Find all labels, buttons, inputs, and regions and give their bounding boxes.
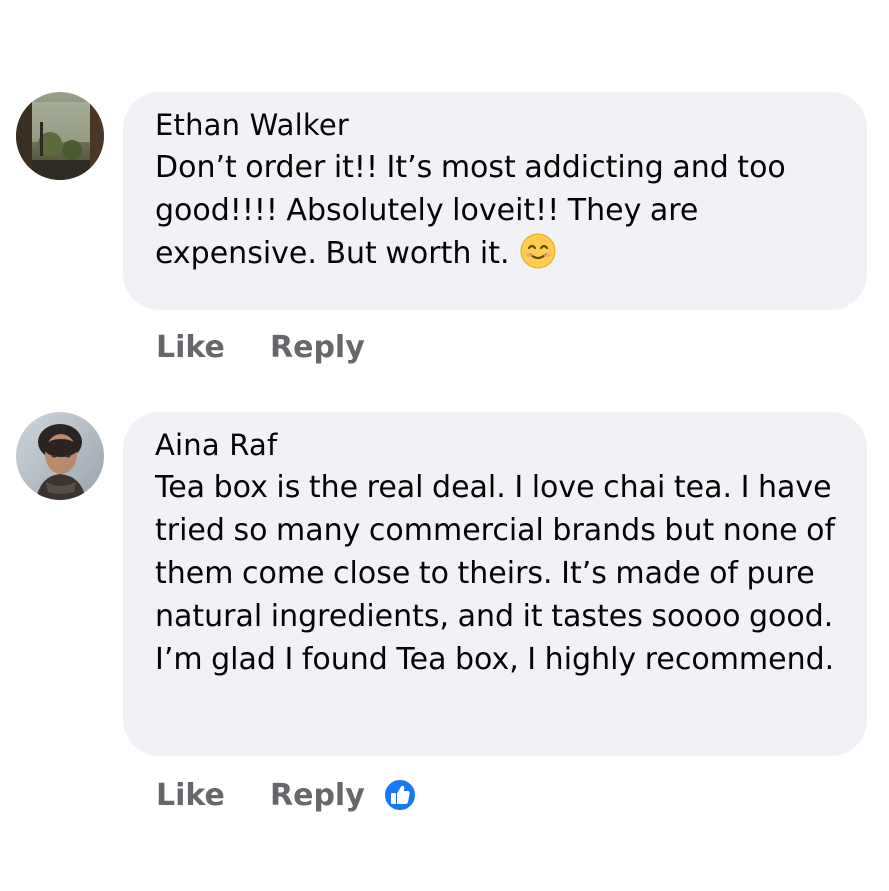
comment-bubble: Aina Raf Tea box is the real deal. I lov… xyxy=(123,412,867,756)
avatar-photo xyxy=(16,92,104,180)
thumbs-up-icon xyxy=(383,778,417,812)
like-button[interactable]: Like xyxy=(156,330,270,365)
comment-text: Don’t order it!! It’s most addicting and… xyxy=(155,150,786,271)
comment-author[interactable]: Aina Raf xyxy=(155,427,843,463)
comment-author[interactable]: Ethan Walker xyxy=(155,107,843,143)
avatar[interactable] xyxy=(16,92,104,180)
comment-actions: Like Reply xyxy=(156,325,382,369)
reply-button[interactable]: Reply xyxy=(270,778,382,813)
avatar[interactable] xyxy=(16,412,104,500)
like-reaction-icon[interactable] xyxy=(382,777,418,813)
reply-button[interactable]: Reply xyxy=(270,330,382,365)
comment-bubble: Ethan Walker Don’t order it!! It’s most … xyxy=(123,92,867,310)
smiling-face-emoji-icon xyxy=(520,233,556,269)
comment-actions: Like Reply xyxy=(156,773,418,817)
avatar-photo xyxy=(16,412,104,500)
like-button[interactable]: Like xyxy=(156,778,270,813)
comment-text: Tea box is the real deal. I love chai te… xyxy=(155,470,836,677)
